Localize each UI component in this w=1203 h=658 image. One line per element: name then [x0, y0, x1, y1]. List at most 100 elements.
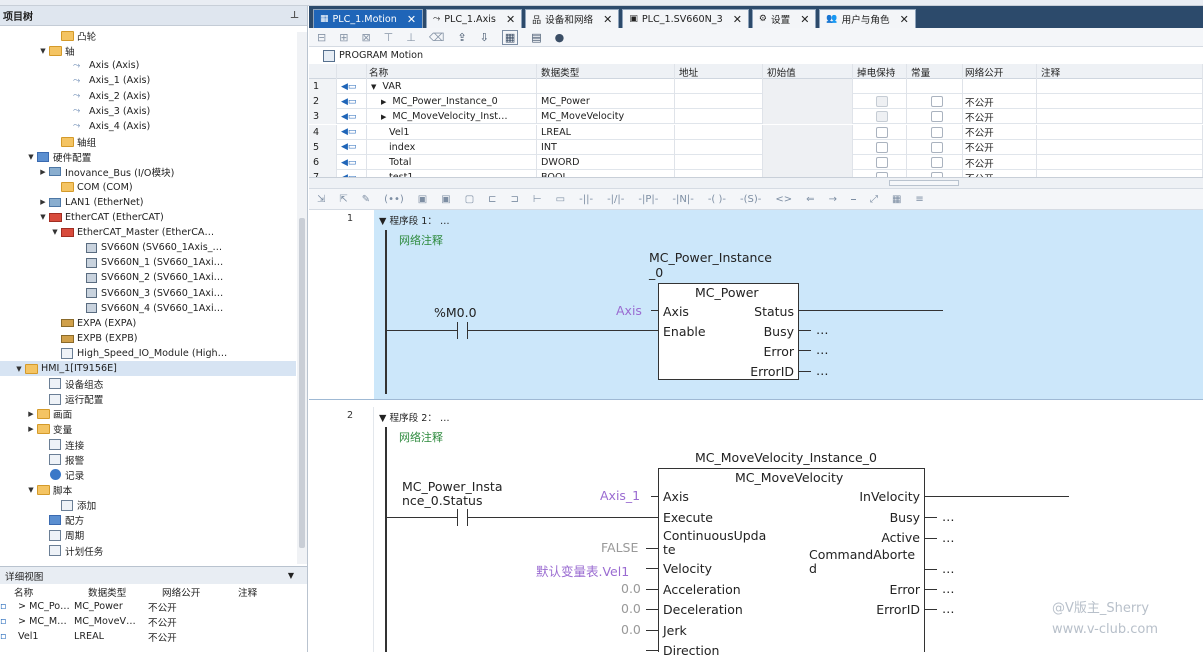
pin-icon[interactable]: ⊥	[290, 10, 299, 21]
network-public-cell[interactable]: 不公开	[961, 170, 1037, 177]
output-placeholder[interactable]: …	[942, 581, 955, 596]
move-up-icon[interactable]: ⊤	[384, 31, 394, 44]
var-address-cell[interactable]	[675, 94, 763, 110]
collapse-icon[interactable]: ▼	[379, 216, 386, 227]
tree-item[interactable]: ▼ 轴	[0, 43, 296, 58]
var-name-cell[interactable]: test1	[367, 170, 537, 177]
var-name-cell[interactable]: ▼ VAR	[367, 79, 537, 94]
comment-cell[interactable]	[1037, 155, 1203, 170]
row-number[interactable]: 5	[309, 139, 337, 155]
close-icon[interactable]: ✕	[733, 13, 742, 26]
delete-icon[interactable]: ⌫	[429, 31, 445, 44]
expand-toggle-icon[interactable]: ▼	[26, 486, 36, 494]
contact-nc-icon[interactable]: -|/|-	[607, 194, 624, 205]
zoom-icon[interactable]: ⤢	[870, 194, 878, 205]
tree-item[interactable]: 配方	[0, 513, 296, 528]
network-comment[interactable]: 网络注释	[399, 429, 443, 445]
tab-1[interactable]: ▦ PLC_1.Motion ✕	[313, 9, 424, 28]
tree-item[interactable]: SV660N_2 (SV660_1Axi…	[0, 270, 296, 285]
var-type-cell[interactable]: BOOL	[537, 170, 675, 177]
input-param[interactable]: FALSE	[601, 540, 638, 555]
var-address-cell[interactable]	[675, 155, 763, 170]
retain-checkbox[interactable]	[853, 139, 907, 155]
retain-checkbox[interactable]	[853, 109, 907, 125]
tree-item[interactable]: ⤳ Axis (Axis)	[0, 58, 296, 73]
var-type-cell[interactable]: MC_MoveVelocity	[537, 109, 675, 125]
var-table-row[interactable]: 7◀▭test1BOOL 不公开	[309, 170, 1203, 177]
output-placeholder[interactable]: …	[942, 601, 955, 616]
expand-toggle-icon[interactable]: ▼	[26, 153, 36, 161]
network-public-cell[interactable]	[961, 79, 1037, 94]
var-type-cell[interactable]: DWORD	[537, 155, 675, 170]
output-placeholder[interactable]: …	[816, 342, 829, 357]
comment-cell[interactable]	[1037, 170, 1203, 177]
tab-2[interactable]: ⤳ PLC_1.Axis ✕	[426, 9, 523, 28]
row-number[interactable]: 4	[309, 124, 337, 140]
var-table-header-cell[interactable]: 数据类型	[537, 64, 675, 79]
expand-toggle-icon[interactable]: ▶	[26, 410, 36, 418]
var-table-header-cell[interactable]	[309, 64, 337, 79]
fb2-icon[interactable]: ▣	[441, 194, 450, 205]
contact-label[interactable]: MC_Power_Insta nce_0.Status	[402, 480, 503, 508]
arrow-right-icon[interactable]: →	[829, 194, 837, 205]
retain-checkbox[interactable]	[853, 94, 907, 110]
tree-item[interactable]: ▶ 画面	[0, 407, 296, 422]
var-table-header-cell[interactable]: 掉电保持	[853, 64, 907, 79]
tree-item[interactable]: 计划任务	[0, 543, 296, 558]
row-number[interactable]: 6	[309, 155, 337, 170]
segment-title[interactable]: ▼ 程序段 2： …	[379, 410, 450, 424]
insert-above-icon[interactable]: ⊞	[339, 31, 348, 44]
constant-checkbox[interactable]	[907, 124, 963, 140]
var-initial-cell[interactable]	[763, 139, 853, 155]
tree-item[interactable]: 报警	[0, 452, 296, 467]
contact-left[interactable]	[457, 509, 458, 526]
contact-no-icon[interactable]: -||-	[579, 194, 593, 205]
expand-toggle-icon[interactable]: ▼	[38, 47, 48, 55]
tree-item[interactable]: ▼ EtherCAT (EtherCAT)	[0, 210, 296, 225]
network-public-cell[interactable]: 不公开	[961, 155, 1037, 170]
monitor-icon[interactable]: (••)	[384, 194, 404, 205]
tree-item[interactable]: ▼ HMI_1[IT9156E]	[0, 361, 296, 377]
var-table-header-cell[interactable]: 网络公开	[961, 64, 1037, 79]
line-icon[interactable]: ⎯	[851, 194, 856, 205]
output-placeholder[interactable]: …	[942, 561, 955, 576]
comment-toggle-icon[interactable]: ✎	[362, 194, 370, 205]
tree-item[interactable]: ⤳ Axis_2 (Axis)	[0, 89, 296, 104]
input-param[interactable]: 0.0	[621, 581, 641, 596]
tree-item[interactable]: COM (COM)	[0, 180, 296, 195]
tree-item[interactable]: 运行配置	[0, 392, 296, 407]
fb3-icon[interactable]: ▢	[465, 194, 474, 205]
network-comment[interactable]: 网络注释	[399, 232, 443, 248]
network-append-icon[interactable]: ⇱	[339, 194, 347, 205]
tree-item[interactable]: ▼ 脚本	[0, 483, 296, 498]
close-icon[interactable]: ✕	[800, 13, 809, 26]
network-public-cell[interactable]: 不公开	[961, 94, 1037, 110]
network-public-cell[interactable]: 不公开	[961, 109, 1037, 125]
var-table-header-cell[interactable]: 常量	[907, 64, 963, 79]
contact-left[interactable]	[457, 322, 458, 339]
tree-item[interactable]: ⤳ Axis_3 (Axis)	[0, 104, 296, 119]
branch-icon[interactable]: ⊢	[533, 194, 542, 205]
var-address-cell[interactable]	[675, 170, 763, 177]
jump-icon[interactable]: <>	[775, 194, 792, 205]
insert-below-icon[interactable]: ⊠	[361, 31, 370, 44]
tree-item[interactable]: High_Speed_IO_Module (High…	[0, 346, 296, 361]
expand-toggle-icon[interactable]: ▶	[381, 113, 386, 121]
var-address-cell[interactable]	[675, 139, 763, 155]
fb-icon[interactable]: ▣	[418, 194, 427, 205]
expand-toggle-icon[interactable]: ▼	[14, 365, 24, 373]
var-table-row[interactable]: 1 ◀▭ ▼ VAR	[309, 79, 1203, 94]
function-block[interactable]: MC_MoveVelocity Axis Execute ContinuousU…	[658, 468, 925, 658]
retain-checkbox[interactable]	[853, 155, 907, 170]
var-type-cell[interactable]: MC_Power	[537, 94, 675, 110]
comment-cell[interactable]	[1037, 109, 1203, 125]
input-param[interactable]: 0.0	[621, 622, 641, 637]
var-name-cell[interactable]: ▶ MC_Power_Instance_0	[367, 94, 537, 110]
var-initial-cell[interactable]	[763, 94, 853, 110]
splitter[interactable]	[309, 177, 1203, 188]
help-icon[interactable]: ●	[555, 31, 565, 44]
tree-item[interactable]: ⤳ Axis_4 (Axis)	[0, 119, 296, 134]
output-placeholder[interactable]: …	[816, 363, 829, 378]
export-icon[interactable]: ⇩	[480, 31, 489, 44]
tab-3[interactable]: 品设备和网络 ✕	[525, 9, 620, 28]
